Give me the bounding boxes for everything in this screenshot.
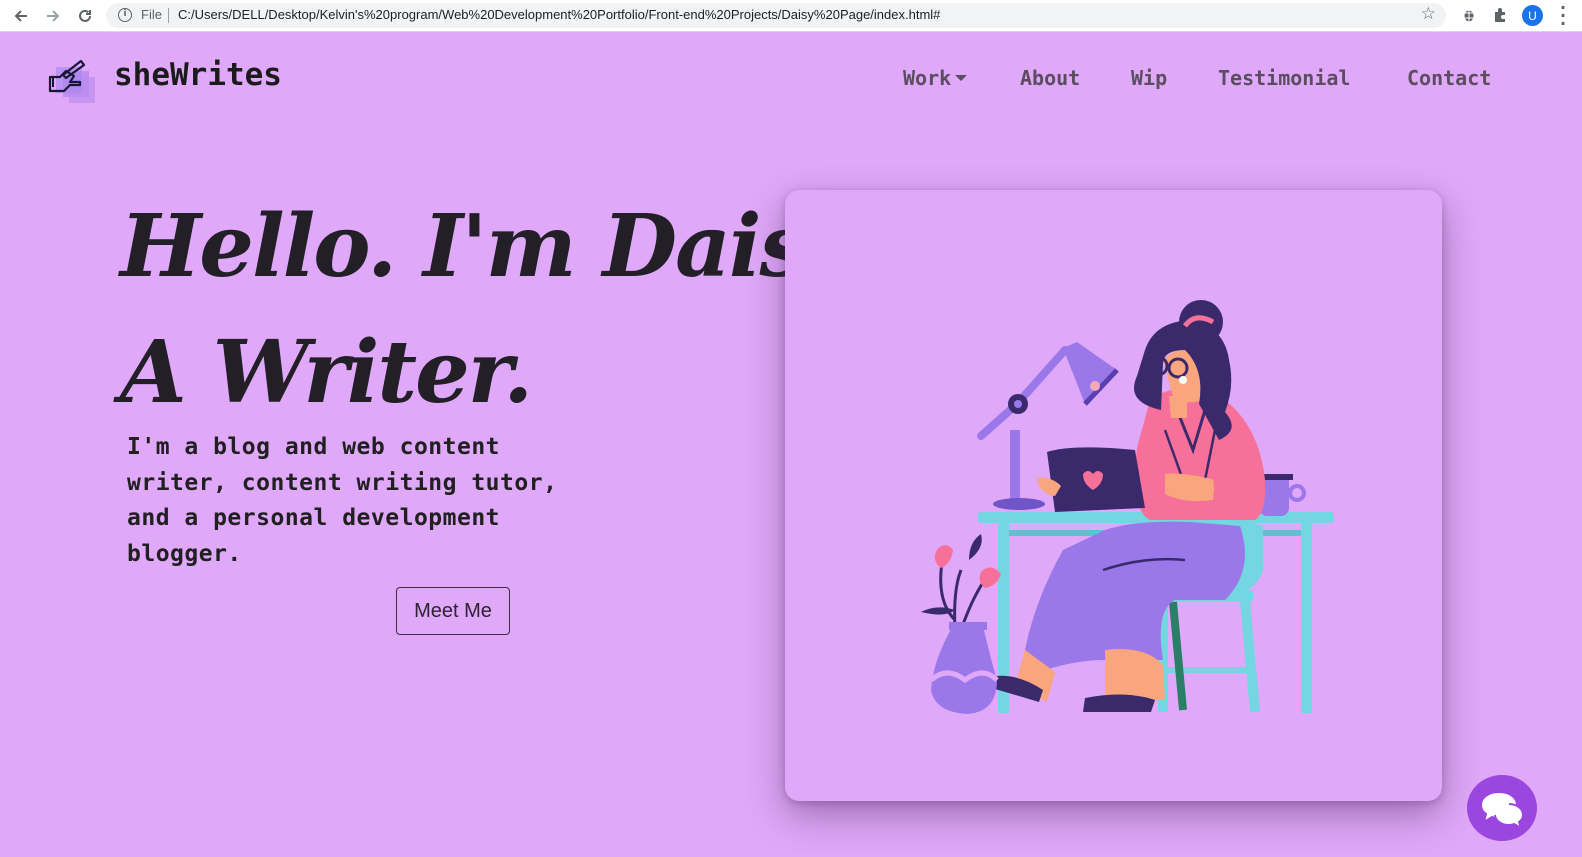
chat-widget-button[interactable] — [1467, 775, 1537, 841]
back-arrow-icon[interactable] — [9, 4, 33, 28]
nav-wip[interactable]: Wip — [1131, 66, 1167, 90]
browser-toolbar: i File C:/Users/DELL/Desktop/Kelvin's%20… — [0, 0, 1582, 32]
chat-bubbles-icon — [1479, 790, 1525, 830]
address-bar[interactable]: i File C:/Users/DELL/Desktop/Kelvin's%20… — [106, 3, 1446, 28]
dropdown-caret-icon — [955, 74, 968, 81]
nav-testimonial[interactable]: Testimonial — [1218, 66, 1350, 90]
browser-menu-icon[interactable]: · · · — [1557, 0, 1569, 32]
scheme-label: File — [141, 7, 162, 22]
reload-icon[interactable] — [73, 4, 97, 28]
hero-title-line2: A Writer. — [120, 322, 533, 423]
profile-avatar[interactable]: U — [1522, 5, 1543, 26]
nav-about[interactable]: About — [1020, 66, 1080, 90]
brand-name[interactable]: sheWrites — [114, 57, 282, 93]
hero-title-line1: Hello. I'm Daisy. — [120, 196, 874, 297]
nav-work[interactable]: Work — [903, 66, 968, 90]
nav-contact[interactable]: Contact — [1407, 66, 1491, 90]
url-text[interactable]: C:/Users/DELL/Desktop/Kelvin's%20program… — [178, 7, 940, 22]
nav-work-label: Work — [903, 66, 952, 90]
bug-extension-icon[interactable] — [1458, 4, 1480, 26]
info-icon[interactable]: i — [118, 8, 132, 22]
hero-description: I'm a blog and web content writer, conte… — [127, 434, 558, 567]
bookmark-star-icon[interactable]: ☆ — [1421, 4, 1436, 24]
puzzle-extension-icon[interactable] — [1489, 4, 1511, 26]
illustration-card — [785, 190, 1442, 801]
forward-arrow-icon[interactable] — [41, 4, 65, 28]
meet-me-button[interactable]: Meet Me — [396, 587, 510, 635]
writing-hand-icon[interactable] — [47, 57, 97, 105]
woman-at-desk-illustration — [921, 300, 1334, 714]
url-divider — [168, 8, 169, 23]
